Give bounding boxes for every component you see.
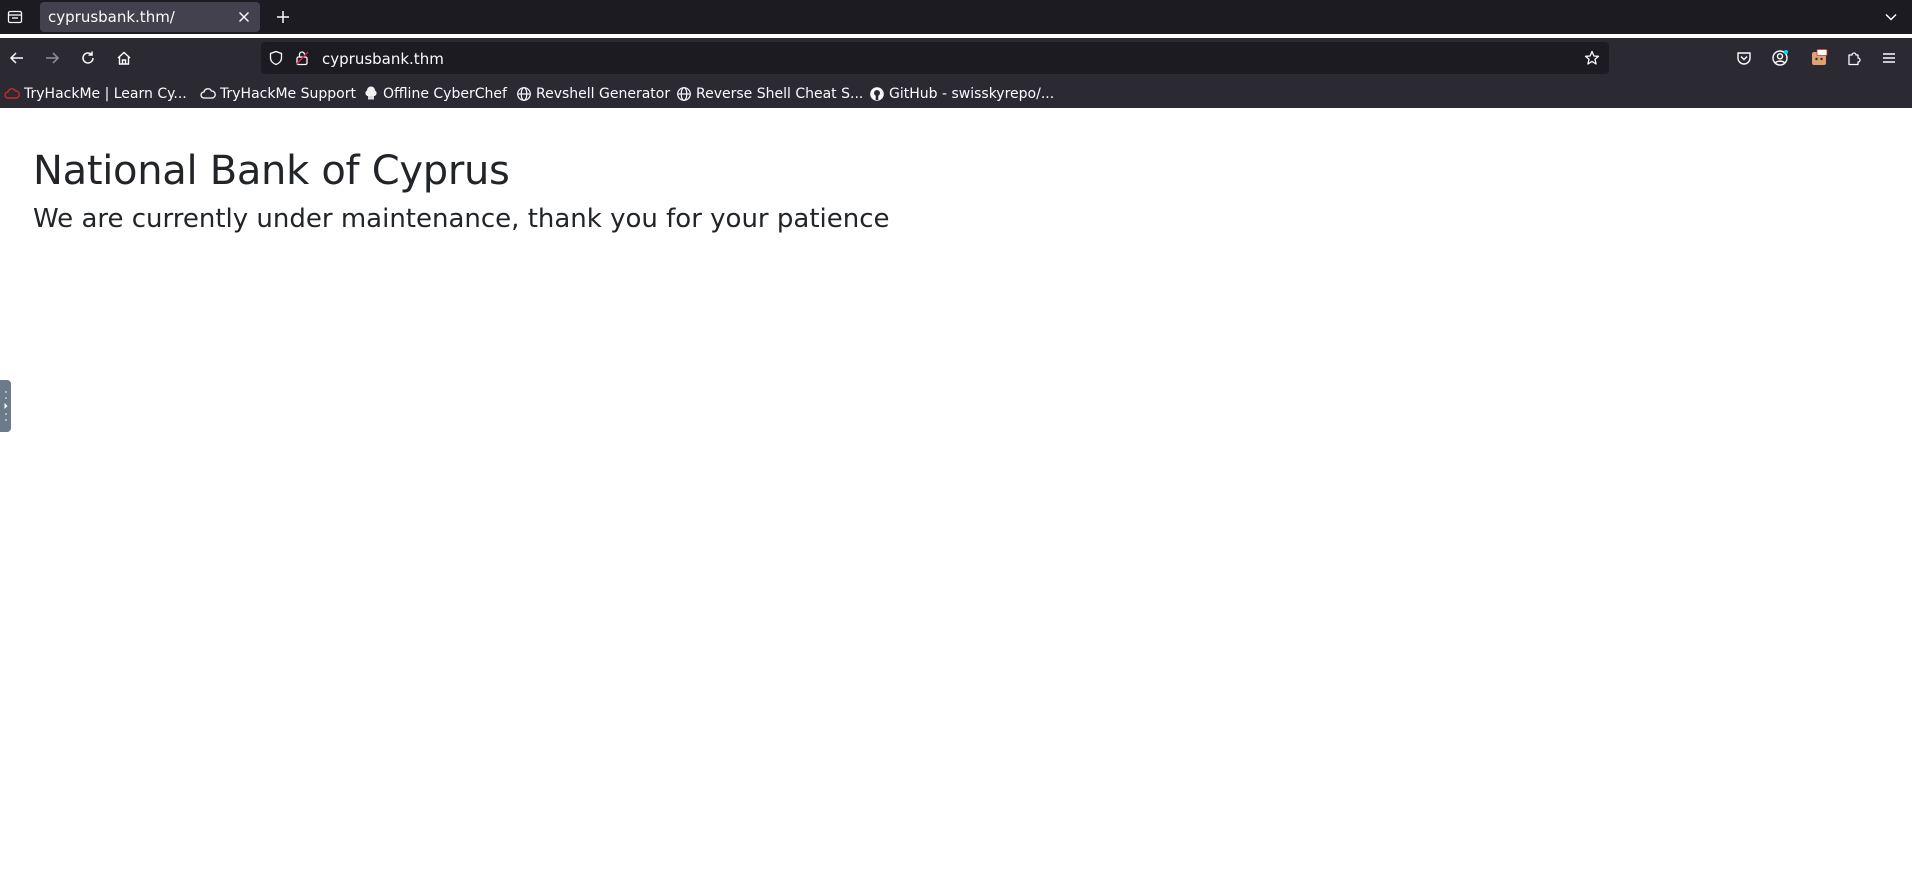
- sidebar-toggle-handle[interactable]: [0, 380, 11, 432]
- page-subtitle: We are currently under maintenance, than…: [33, 204, 890, 234]
- arrow-left-icon: [9, 52, 23, 64]
- url-bar[interactable]: cyprusbank.thm: [261, 42, 1609, 74]
- bookmark-label: Offline CyberChef: [383, 86, 507, 102]
- bookmarks-toolbar: TryHackMe | Learn Cy... TryHackMe Suppor…: [0, 78, 1912, 108]
- back-button[interactable]: [3, 44, 31, 72]
- grip-icon: [4, 391, 7, 421]
- github-icon: [869, 86, 885, 102]
- forward-button[interactable]: [38, 44, 66, 72]
- bookmark-label: TryHackMe | Learn Cy...: [24, 86, 187, 102]
- cloud-icon: [200, 86, 216, 102]
- plus-icon: [277, 11, 289, 23]
- bookmark-label: Reverse Shell Cheat S...: [696, 86, 864, 102]
- extension-foxyproxy-button[interactable]: [1805, 44, 1833, 72]
- bookmark-offline-cyberchef[interactable]: Offline CyberChef: [363, 84, 507, 104]
- pocket-icon: [1737, 52, 1751, 65]
- navigation-toolbar: cyprusbank.thm: [0, 38, 1912, 78]
- tab-title: cyprusbank.thm/: [48, 8, 175, 26]
- bookmark-label: Revshell Generator: [536, 86, 671, 102]
- account-icon: [1772, 50, 1788, 66]
- tab-close-button[interactable]: [232, 5, 256, 29]
- bookmark-github-swisskyrepo[interactable]: GitHub - swisskyrepo/...: [869, 84, 1054, 104]
- puzzle-piece-icon: [1848, 52, 1861, 66]
- list-all-tabs-button[interactable]: [1878, 4, 1904, 30]
- new-tab-button[interactable]: [270, 4, 296, 30]
- extensions-button[interactable]: [1840, 44, 1868, 72]
- browser-window: cyprusbank.thm/ cyprusbank.thm TryHackMe…: [0, 0, 1912, 887]
- tab-active[interactable]: cyprusbank.thm/: [40, 2, 260, 32]
- url-text[interactable]: cyprusbank.thm: [322, 50, 444, 68]
- home-button[interactable]: [110, 44, 138, 72]
- insecure-lock-icon[interactable]: [294, 50, 310, 66]
- bookmark-star-button[interactable]: [1584, 50, 1600, 66]
- bookmark-label: TryHackMe Support: [220, 86, 356, 102]
- fox-extension-icon: [1812, 49, 1828, 65]
- arrow-right-icon: [46, 52, 60, 64]
- tab-list-icon: [7, 10, 23, 24]
- chevron-down-icon: [1885, 13, 1897, 21]
- bookmark-reverse-shell-cheat-sheet[interactable]: Reverse Shell Cheat S...: [676, 84, 863, 104]
- bookmark-tryhackme[interactable]: TryHackMe | Learn Cy...: [4, 84, 187, 104]
- chef-hat-icon: [363, 86, 379, 102]
- home-icon: [117, 51, 131, 65]
- tab-strip: cyprusbank.thm/: [0, 0, 1912, 34]
- bookmark-label: GitHub - swisskyrepo/...: [889, 86, 1055, 102]
- tracking-protection-shield-icon[interactable]: [268, 50, 284, 66]
- globe-icon: [676, 86, 692, 102]
- bookmark-revshell-generator[interactable]: Revshell Generator: [516, 84, 670, 104]
- account-button[interactable]: [1766, 44, 1794, 72]
- tab-list-button[interactable]: [1, 3, 29, 31]
- close-icon: [239, 12, 249, 22]
- reload-icon: [82, 51, 94, 64]
- page-content: National Bank of Cyprus We are currently…: [0, 108, 1912, 887]
- pocket-button[interactable]: [1730, 44, 1758, 72]
- tryhackme-icon: [4, 86, 20, 102]
- globe-icon: [516, 86, 532, 102]
- app-menu-button[interactable]: [1875, 44, 1903, 72]
- bookmark-tryhackme-support[interactable]: TryHackMe Support: [200, 84, 356, 104]
- reload-button[interactable]: [74, 44, 102, 72]
- star-icon: [1584, 50, 1600, 65]
- hamburger-menu-icon: [1883, 53, 1895, 63]
- page-title: National Bank of Cyprus: [33, 148, 510, 194]
